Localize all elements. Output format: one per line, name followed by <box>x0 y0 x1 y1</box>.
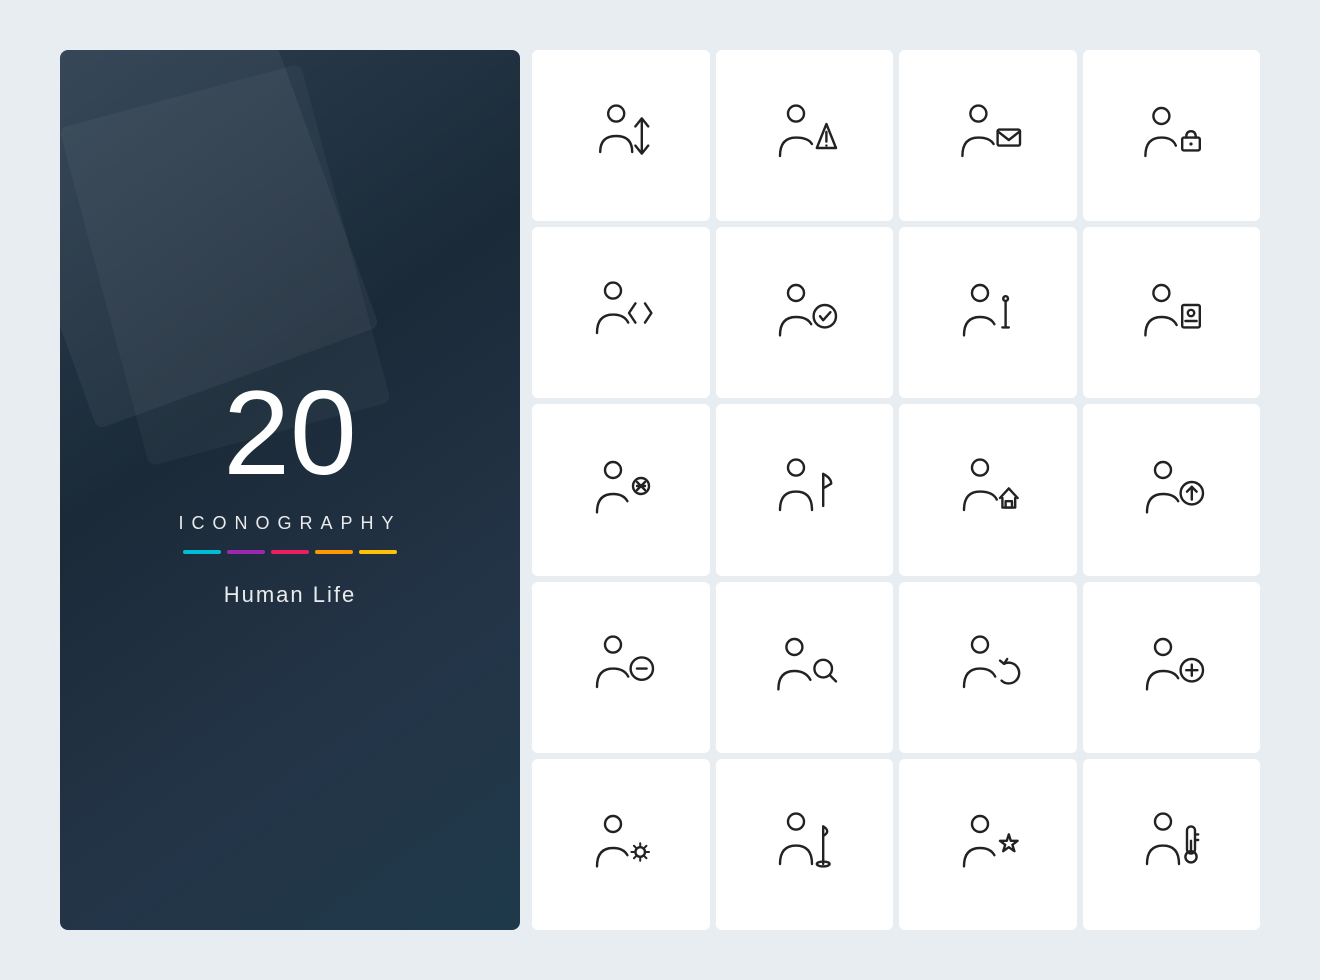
icon-grid <box>532 50 1260 930</box>
left-content: 20 ICONOGRAPHY Human Life <box>178 373 401 608</box>
icon-cell-person-check <box>716 227 894 398</box>
icon-cell-person-minus <box>532 582 710 753</box>
icon-cell-person-lock <box>1083 50 1261 221</box>
icon-cell-person-star <box>899 759 1077 930</box>
icon-cell-person-settings <box>532 759 710 930</box>
color-bar-yellow <box>359 550 397 554</box>
icon-cell-person-flag <box>716 404 894 575</box>
icon-cell-person-remove <box>532 404 710 575</box>
icon-cell-person-code <box>532 227 710 398</box>
icon-cell-person-search <box>716 582 894 753</box>
color-bars <box>178 550 401 554</box>
icon-cell-person-upload <box>1083 404 1261 575</box>
icon-cell-person-thermometer <box>1083 759 1261 930</box>
icon-cell-person-id <box>1083 227 1261 398</box>
big-number: 20 <box>178 373 401 493</box>
main-container: 20 ICONOGRAPHY Human Life <box>60 50 1260 930</box>
icon-cell-person-sort <box>532 50 710 221</box>
left-panel: 20 ICONOGRAPHY Human Life <box>60 50 520 930</box>
icon-cell-person-refresh <box>899 582 1077 753</box>
color-bar-cyan <box>183 550 221 554</box>
icon-cell-person-mail <box>899 50 1077 221</box>
iconography-label: ICONOGRAPHY <box>178 513 401 534</box>
icon-cell-person-home <box>899 404 1077 575</box>
icon-cell-person-add <box>1083 582 1261 753</box>
icon-cell-person-edit <box>899 227 1077 398</box>
icon-cell-person-golf <box>716 759 894 930</box>
color-bar-orange <box>315 550 353 554</box>
icon-cell-person-warning <box>716 50 894 221</box>
color-bar-pink <box>271 550 309 554</box>
human-life-label: Human Life <box>178 582 401 608</box>
color-bar-purple <box>227 550 265 554</box>
